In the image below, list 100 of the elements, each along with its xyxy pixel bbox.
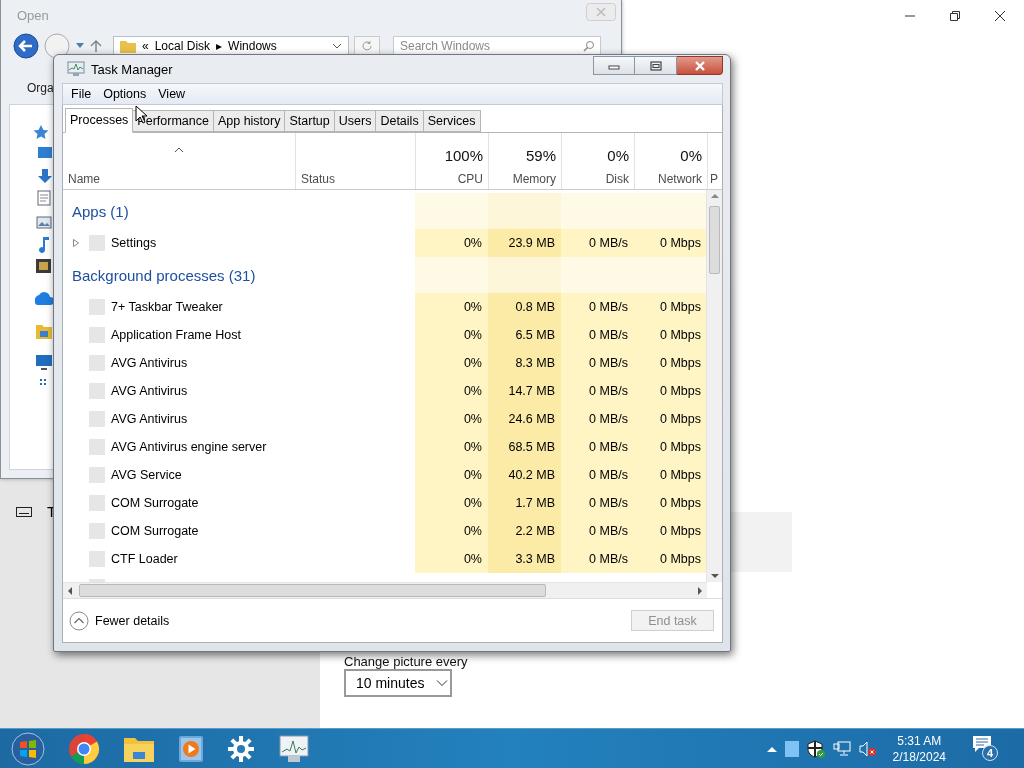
speaker-muted-icon[interactable] bbox=[858, 740, 877, 757]
breadcrumb-item[interactable]: Windows bbox=[228, 39, 277, 53]
up-arrow-icon[interactable] bbox=[90, 40, 102, 52]
table-cell: 0% bbox=[463, 236, 482, 250]
table-cell: 0.8 MB bbox=[515, 300, 555, 314]
organize-menu[interactable]: Orga bbox=[27, 81, 54, 95]
table-cell: 0 Mbps bbox=[660, 384, 701, 398]
square-icon[interactable] bbox=[784, 740, 799, 757]
table-cell: 0 MB/s bbox=[589, 552, 628, 566]
column-header[interactable]: Disk bbox=[605, 172, 629, 186]
table-cell: 2.2 MB bbox=[515, 524, 555, 538]
column-header[interactable]: Name bbox=[68, 172, 290, 186]
group-heading: Background processes (31) bbox=[72, 267, 256, 284]
media-player-icon[interactable] bbox=[178, 733, 204, 764]
table-cell bbox=[634, 257, 706, 293]
menu-item[interactable]: Options bbox=[97, 87, 153, 101]
table-cell: 0 Mbps bbox=[660, 552, 701, 566]
table-cell bbox=[634, 193, 706, 229]
table-cell: 0% bbox=[463, 328, 482, 342]
scrollbar-thumb[interactable] bbox=[79, 584, 546, 597]
process-icon bbox=[89, 551, 105, 567]
table-cell: 24.6 MB bbox=[508, 412, 555, 426]
tab[interactable]: Performance bbox=[133, 110, 214, 132]
network-icon[interactable] bbox=[832, 740, 851, 757]
table-cell: 68.5 MB bbox=[508, 440, 555, 454]
process-name: 7+ Taskbar Tweaker bbox=[111, 300, 223, 314]
table-cell: 3.3 MB bbox=[515, 552, 555, 566]
refresh-button[interactable] bbox=[354, 36, 380, 56]
process-icon bbox=[89, 411, 105, 427]
table-cell: 0% bbox=[463, 468, 482, 482]
vertical-scrollbar[interactable] bbox=[706, 190, 722, 582]
horizontal-scrollbar[interactable] bbox=[63, 582, 707, 598]
scroll-right-icon[interactable] bbox=[697, 586, 703, 595]
table-cell: 0% bbox=[463, 496, 482, 510]
scroll-up-icon[interactable] bbox=[710, 193, 719, 199]
table-cell: 14.7 MB bbox=[508, 384, 555, 398]
maximize-button[interactable] bbox=[635, 56, 677, 75]
table-cell: 0% bbox=[463, 384, 482, 398]
column-header[interactable]: Network bbox=[658, 172, 702, 186]
menu-item[interactable]: View bbox=[152, 87, 192, 101]
browser-icon[interactable] bbox=[68, 732, 100, 765]
clock-time[interactable]: 5:31 AM bbox=[897, 732, 942, 749]
table-cell: 0 MB/s bbox=[589, 300, 628, 314]
close-icon bbox=[693, 60, 706, 71]
clock-date[interactable]: 2/18/2024 bbox=[892, 748, 946, 765]
minimize-button[interactable] bbox=[593, 56, 635, 75]
collapse-circle-icon[interactable] bbox=[69, 610, 89, 631]
table-cell: 0% bbox=[463, 412, 482, 426]
tab[interactable]: Processes bbox=[65, 108, 134, 133]
column-header[interactable]: P bbox=[710, 172, 718, 186]
column-header[interactable]: CPU bbox=[457, 172, 483, 186]
tab[interactable]: Startup bbox=[285, 110, 335, 132]
interval-dropdown[interactable]: 10 minutes bbox=[344, 669, 452, 697]
table-cell: 0 Mbps bbox=[660, 328, 701, 342]
process-name: AVG Antivirus bbox=[111, 412, 188, 426]
scroll-down-icon[interactable] bbox=[710, 573, 719, 579]
column-header[interactable]: Memory bbox=[512, 172, 556, 186]
table-cell: 0 Mbps bbox=[660, 300, 701, 314]
process-icon bbox=[89, 523, 105, 539]
process-icon bbox=[89, 383, 105, 399]
tab[interactable]: Users bbox=[334, 110, 377, 132]
caret-down-icon[interactable] bbox=[75, 42, 85, 50]
column-header[interactable]: Status bbox=[301, 172, 410, 186]
menu-item[interactable]: File bbox=[65, 87, 98, 101]
close-icon[interactable] bbox=[994, 10, 1006, 22]
table-cell: 0 MB/s bbox=[589, 468, 628, 482]
gear-icon[interactable] bbox=[227, 734, 255, 763]
restore-icon[interactable] bbox=[949, 10, 961, 22]
process-icon bbox=[89, 495, 105, 511]
expand-arrow-icon[interactable] bbox=[72, 238, 80, 248]
chevron-up-icon[interactable] bbox=[766, 745, 777, 752]
table-cell: 0 Mbps bbox=[660, 440, 701, 454]
tab[interactable]: Details bbox=[376, 110, 424, 132]
breadcrumb-item[interactable]: Local Disk bbox=[154, 39, 211, 53]
process-name: COM Surrogate bbox=[111, 496, 199, 510]
table-cell: 0 MB/s bbox=[589, 236, 628, 250]
shield-icon[interactable] bbox=[806, 739, 825, 758]
table-cell: 0 Mbps bbox=[660, 412, 701, 426]
start-orb-icon[interactable] bbox=[11, 731, 45, 766]
tab[interactable]: Services bbox=[423, 110, 481, 132]
column-total: 100% bbox=[444, 147, 483, 165]
process-name: Settings bbox=[111, 236, 157, 250]
monitor-chart-icon[interactable] bbox=[278, 733, 310, 764]
overflow-mark[interactable]: « bbox=[142, 39, 149, 53]
process-icon bbox=[89, 467, 105, 483]
close-button[interactable] bbox=[677, 56, 723, 75]
details-toggle-link[interactable]: Fewer details bbox=[95, 613, 170, 628]
address-bar[interactable]: « Local Disk ▸ Windows bbox=[113, 36, 349, 56]
table-cell: 0 Mbps bbox=[660, 468, 701, 482]
table-cell: 0% bbox=[463, 440, 482, 454]
tab[interactable]: App history bbox=[213, 110, 286, 132]
column-total: 0% bbox=[607, 147, 629, 165]
monitor-chart-icon bbox=[67, 61, 85, 77]
process-name: CTF Loader bbox=[111, 552, 178, 566]
scrollbar-thumb[interactable] bbox=[709, 206, 720, 274]
chevron-down-icon bbox=[436, 679, 449, 687]
chevron-down-icon[interactable] bbox=[332, 43, 342, 49]
window-title: Task Manager bbox=[91, 61, 173, 77]
keyboard-icon bbox=[16, 507, 32, 517]
scroll-left-icon[interactable] bbox=[67, 586, 73, 595]
